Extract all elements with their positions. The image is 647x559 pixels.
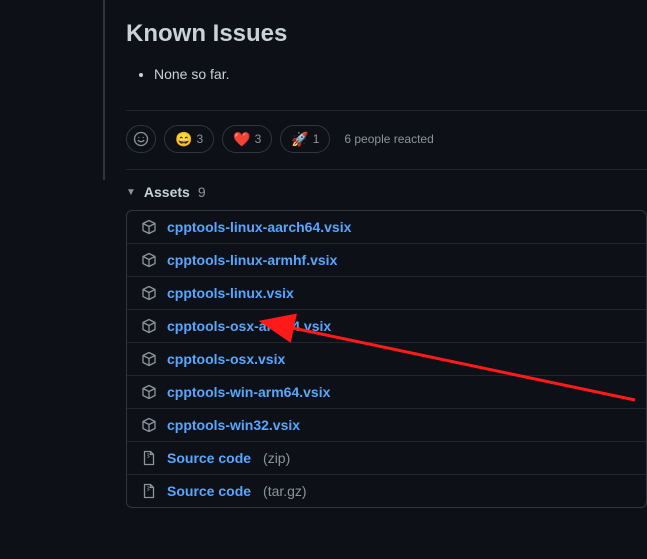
asset-row: cpptools-linux.vsix [127,276,646,309]
asset-link[interactable]: cpptools-linux.vsix [167,285,294,301]
add-reaction-button[interactable] [126,125,156,153]
package-icon [141,417,157,433]
asset-row: cpptools-linux-aarch64.vsix [127,211,646,243]
smiley-icon [133,131,149,147]
assets-list: cpptools-linux-aarch64.vsix cpptools-linu… [126,210,647,508]
asset-row: cpptools-osx-arm64.vsix [127,309,646,342]
reaction-heart-button[interactable]: ❤️ 3 [222,125,272,153]
asset-link[interactable]: cpptools-osx.vsix [167,351,285,367]
asset-link[interactable]: Source code [167,483,251,499]
package-icon [141,252,157,268]
asset-link[interactable]: cpptools-linux-armhf.vsix [167,252,337,268]
asset-link[interactable]: cpptools-osx-arm64.vsix [167,318,331,334]
package-icon [141,351,157,367]
assets-toggle[interactable]: ▼ Assets 9 [126,170,647,210]
asset-link[interactable]: Source code [167,450,251,466]
reaction-rocket-button[interactable]: 🚀 1 [280,125,330,153]
known-issues-heading: Known Issues [126,20,647,48]
assets-count: 9 [198,184,206,200]
asset-row: cpptools-linux-armhf.vsix [127,243,646,276]
asset-row: cpptools-osx.vsix [127,342,646,375]
package-icon [141,384,157,400]
file-zip-icon [141,483,157,499]
timeline-border [103,0,105,180]
reaction-laugh-button[interactable]: 😄 3 [164,125,214,153]
reactions-bar: 😄 3 ❤️ 3 🚀 1 6 people reacted [126,111,647,167]
asset-link[interactable]: cpptools-win32.vsix [167,417,300,433]
emoji-heart: ❤️ [233,131,250,148]
asset-row: cpptools-win-arm64.vsix [127,375,646,408]
package-icon [141,318,157,334]
asset-row: Source code (tar.gz) [127,474,646,507]
issues-list: None so far. [126,66,647,82]
asset-ext: (zip) [263,450,290,466]
caret-down-icon: ▼ [126,187,136,198]
asset-row: Source code (zip) [127,441,646,474]
reaction-summary: 6 people reacted [344,132,433,146]
asset-link[interactable]: cpptools-win-arm64.vsix [167,384,330,400]
asset-row: cpptools-win32.vsix [127,408,646,441]
asset-link[interactable]: cpptools-linux-aarch64.vsix [167,219,351,235]
asset-ext: (tar.gz) [263,483,307,499]
package-icon [141,285,157,301]
emoji-laugh: 😄 [175,131,192,148]
emoji-rocket: 🚀 [291,131,308,148]
issue-item: None so far. [154,66,647,82]
reaction-count: 1 [313,132,320,146]
reaction-count: 3 [255,132,262,146]
package-icon [141,219,157,235]
reaction-count: 3 [196,132,203,146]
file-zip-icon [141,450,157,466]
assets-label: Assets [144,184,190,200]
